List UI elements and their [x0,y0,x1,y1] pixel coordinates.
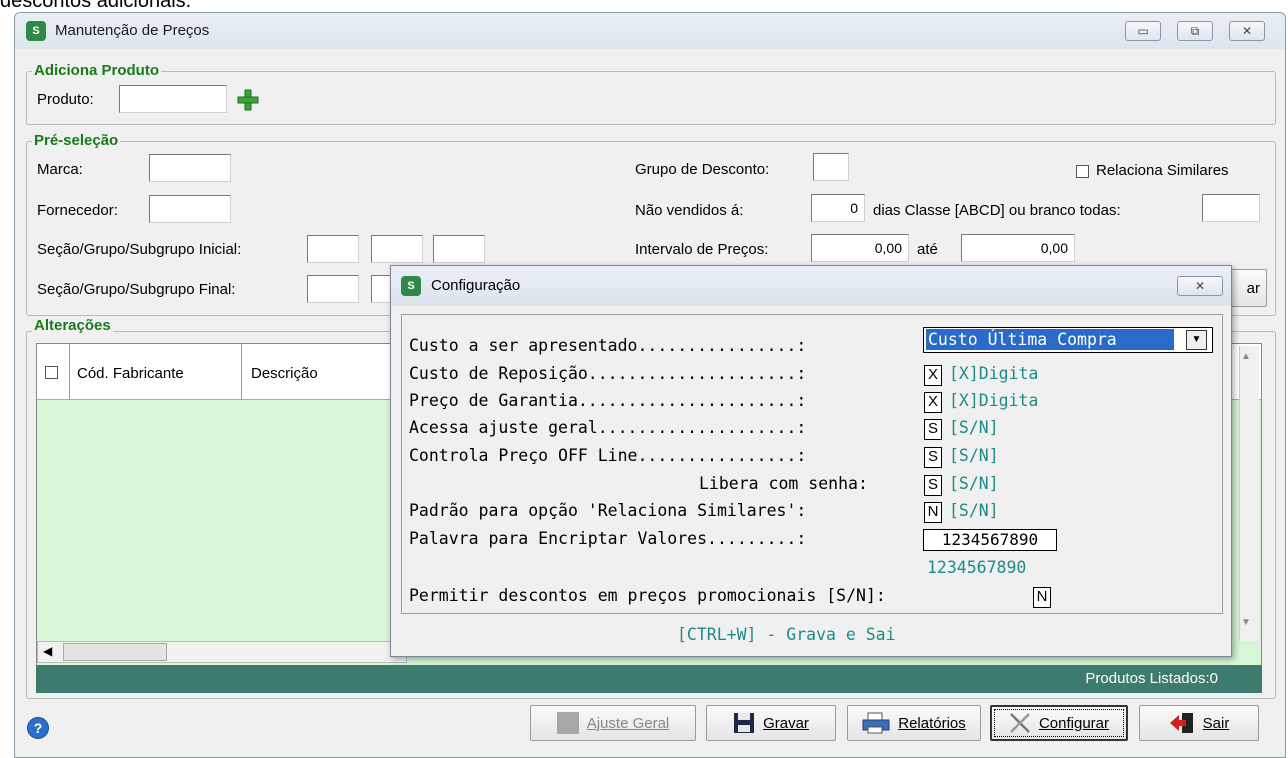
subgrupo-inicial-input[interactable] [433,235,485,263]
produtos-listados: Produtos Listados:0 [1085,670,1218,687]
dias-classe-label: dias Classe [ABCD] ou branco todas: [873,202,1121,219]
secao-final-input[interactable] [307,275,359,303]
adiciona-produto-title: Adiciona Produto [32,62,161,79]
exit-door-icon [1169,713,1193,733]
preco-offline-label: Controla Preço OFF Line................: [409,446,807,465]
ajuste-geral-field[interactable]: S [924,419,942,440]
nao-vendidos-label: Não vendidos á: [635,202,744,219]
column-separator [241,344,242,400]
intervalo-label: Intervalo de Preços: [635,241,769,258]
classe-input[interactable] [1202,194,1260,222]
encriptar-field[interactable]: 1234567890 [923,529,1057,551]
gravar-button[interactable]: Gravar [706,705,836,741]
relaciona-similares-padrao-label: Padrão para opção 'Relaciona Similares': [409,501,807,520]
horizontal-scroll-thumb[interactable] [63,643,167,661]
nao-vendidos-input[interactable]: 0 [811,194,865,222]
dialog-app-icon: S [401,276,421,296]
secao-inicial-input[interactable] [307,235,359,263]
ate-label: até [917,241,938,258]
configurar-button[interactable]: Configurar [990,705,1128,741]
descontos-promocionais-label: Permitir descontos em preços promocionai… [409,586,886,605]
dialog-title-bar: S Configuração ✕ [391,266,1231,306]
custo-reposicao-label: Custo de Reposição.....................: [409,364,807,383]
ajuste-geral-button[interactable]: Ajuste Geral [530,705,696,741]
grupo-desconto-label: Grupo de Desconto: [635,161,770,178]
close-button[interactable]: ✕ [1229,21,1265,41]
ajuste-geral-label: Acessa ajuste geral....................: [409,418,807,437]
tools-icon [1010,713,1030,733]
select-all-checkbox[interactable] [45,366,58,379]
col-descricao[interactable]: Descrição [251,365,318,382]
fornecedor-label: Fornecedor: [37,202,118,219]
relaciona-similares-padrao-hint: [S/N] [949,501,999,520]
custo-apresentado-value: Custo Última Compra [926,329,1174,350]
dialog-footer-hint: [CTRL+W] - Grava e Sai [677,625,896,644]
relaciona-similares-checkbox[interactable] [1076,165,1089,178]
intervalo-ate-input[interactable]: 0,00 [961,234,1075,262]
scroll-left-icon[interactable]: ◀ [43,644,52,658]
marca-input[interactable] [149,154,231,182]
encriptar-preview: 1234567890 [927,558,1027,577]
preco-garantia-label: Preço de Garantia......................: [409,391,807,410]
custo-apresentado-select[interactable]: Custo Última Compra ▼ [923,327,1213,353]
preco-offline-field[interactable]: S [924,447,942,468]
app-icon: S [26,21,46,41]
libera-senha-label: Libera com senha: [699,474,868,493]
fornecedor-input[interactable] [149,195,231,223]
dialog-close-button[interactable]: ✕ [1177,276,1223,296]
help-icon[interactable]: ? [27,717,49,739]
scroll-up-icon[interactable]: ▲ [1241,351,1251,362]
floppy-disk-icon [734,713,755,733]
printer-icon [862,712,890,734]
add-product-icon[interactable] [237,89,259,111]
relaciona-similares-label: Relaciona Similares [1096,162,1229,179]
title-bar: S Manutenção de Preços ▭ ⧉ ✕ [15,13,1285,49]
relatorios-button[interactable]: Relatórios [847,705,981,741]
status-bar: Produtos Listados:0 [36,665,1262,693]
relaciona-similares-padrao-field[interactable]: N [924,502,942,523]
preselecao-action-label: ar [1246,279,1260,297]
window-title: Manutenção de Preços [55,22,210,39]
ajuste-geral-label: Ajuste Geral [586,714,670,732]
intervalo-de-input[interactable]: 0,00 [811,234,909,262]
minimize-button[interactable]: ▭ [1125,21,1161,41]
libera-senha-field[interactable]: S [924,475,942,496]
custo-reposicao-hint: [X]Digita [949,364,1039,383]
descontos-promocionais-field[interactable]: N [1033,587,1051,608]
maximize-button[interactable]: ⧉ [1177,21,1213,41]
ajuste-geral-hint: [S/N] [949,418,999,437]
marca-label: Marca: [37,161,83,178]
custo-apresentado-label: Custo a ser apresentado................: [409,336,807,355]
preselecao-title: Pré-seleção [32,132,121,149]
alteracoes-title: Alterações [32,317,113,334]
custo-reposicao-field[interactable]: X [924,365,942,386]
sair-button[interactable]: Sair [1139,705,1259,741]
dialog-title: Configuração [431,277,521,294]
produto-input[interactable] [119,85,227,113]
preco-offline-hint: [S/N] [949,446,999,465]
preco-garantia-field[interactable]: X [924,392,942,413]
configuracao-dialog: S Configuração ✕ Custo a ser apresentado… [390,265,1232,657]
secao-inicial-label: Seção/Grupo/Subgrupo Inicial: [37,241,242,258]
encriptar-label: Palavra para Encriptar Valores.........: [409,529,807,548]
scroll-down-icon[interactable]: ▼ [1241,617,1251,628]
grupo-desconto-input[interactable] [813,153,849,181]
libera-senha-hint: [S/N] [949,474,999,493]
chevron-down-icon[interactable]: ▼ [1186,330,1207,350]
column-separator [69,344,70,400]
preco-garantia-hint: [X]Digita [949,391,1039,410]
grupo-inicial-input[interactable] [371,235,423,263]
sair-label: Sair [1202,714,1230,732]
relatorios-label: Relatórios [898,714,966,732]
vertical-scrollbar[interactable] [1239,346,1259,641]
gravar-label: Gravar [763,714,809,732]
col-cod-fabricante[interactable]: Cód. Fabricante [77,365,184,382]
secao-final-label: Seção/Grupo/Subgrupo Final: [37,281,236,298]
produto-label: Produto: [37,91,94,108]
ajuste-icon [556,712,579,734]
configurar-label: Configurar [1038,714,1110,732]
